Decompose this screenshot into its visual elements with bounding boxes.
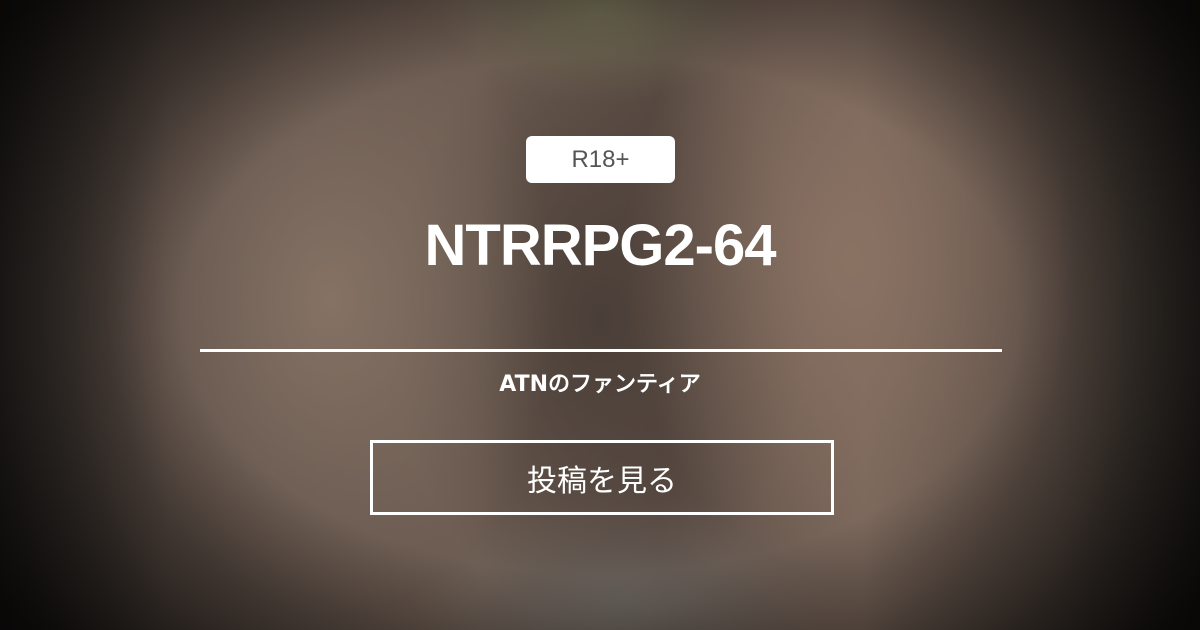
creator-name: ATNのファンティア — [499, 372, 701, 397]
divider-line — [200, 349, 1002, 352]
view-post-button[interactable]: 投稿を見る — [370, 440, 834, 515]
post-title: NTRRPG2-64 — [424, 213, 777, 278]
age-rating-badge: R18+ — [526, 136, 675, 183]
share-card: R18+ NTRRPG2-64 ATNのファンティア 投稿を見る — [0, 0, 1200, 630]
